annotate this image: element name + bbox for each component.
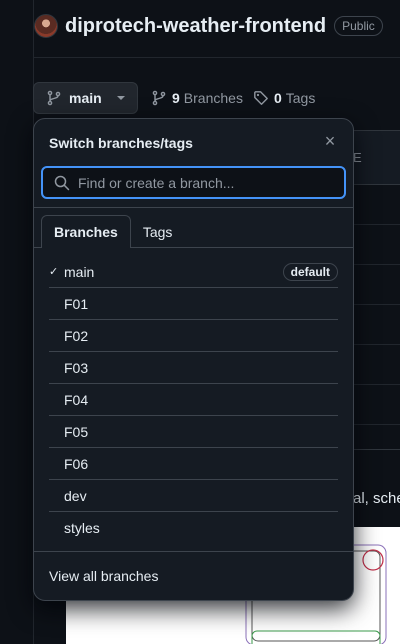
branch-name: F02: [64, 327, 89, 344]
branch-item-f06[interactable]: F06: [49, 448, 338, 480]
branch-item-styles[interactable]: styles: [49, 512, 338, 544]
left-gutter: [0, 0, 34, 644]
branch-item-f04[interactable]: F04: [49, 384, 338, 416]
branch-item-f05[interactable]: F05: [49, 416, 338, 448]
branches-count[interactable]: 9: [172, 90, 180, 106]
branch-name: F04: [64, 391, 89, 408]
branch-list: ✓ main default F01 F02 F03 F04 F05 F06 d…: [49, 256, 338, 544]
branch-search-field[interactable]: [41, 166, 346, 199]
branch-name: F01: [64, 295, 89, 312]
branch-name: F06: [64, 455, 89, 472]
close-icon[interactable]: ×: [321, 132, 339, 150]
file-table-header-fragment: E: [353, 150, 362, 165]
header-divider: [34, 57, 400, 58]
readme-text-fragment: al, sche: [353, 490, 400, 507]
tab-branches[interactable]: Branches: [41, 215, 131, 248]
branch-item-dev[interactable]: dev: [49, 480, 338, 512]
branch-item-f01[interactable]: F01: [49, 288, 338, 320]
check-icon: ✓: [49, 266, 59, 278]
git-branch-icon: [152, 90, 166, 106]
repo-name[interactable]: diprotech-weather-frontend: [65, 15, 326, 38]
tags-link[interactable]: Tags: [286, 90, 316, 106]
search-icon: [54, 175, 70, 191]
branch-name: styles: [64, 520, 100, 536]
branches-link[interactable]: Branches: [184, 90, 243, 106]
branch-item-f02[interactable]: F02: [49, 320, 338, 352]
tag-icon: [254, 91, 268, 105]
branch-tag-counts: 9 Branches 0 Tags: [151, 82, 315, 114]
owner-avatar[interactable]: [34, 14, 58, 38]
branch-name: dev: [64, 487, 87, 504]
visibility-badge: Public: [334, 16, 383, 36]
branch-item-main[interactable]: ✓ main default: [49, 256, 338, 288]
view-all-branches-link[interactable]: View all branches: [49, 568, 158, 584]
branch-name: main: [64, 263, 95, 280]
divider: [34, 207, 353, 208]
branch-tag-tabs: Branches Tags: [41, 215, 184, 248]
divider: [34, 551, 353, 552]
branch-switcher-dropdown: Switch branches/tags × Branches Tags ✓ m…: [33, 118, 354, 601]
chevron-down-icon: [116, 96, 125, 100]
repo-header: diprotech-weather-frontend Public: [34, 8, 400, 44]
branch-item-f03[interactable]: F03: [49, 352, 338, 384]
branch-selector-button[interactable]: main: [33, 82, 138, 114]
branch-name: F03: [64, 359, 89, 376]
git-branch-icon: [47, 90, 61, 106]
tags-count[interactable]: 0: [274, 90, 282, 106]
default-badge: default: [282, 263, 338, 281]
current-branch-label: main: [69, 90, 102, 106]
tab-tags[interactable]: Tags: [131, 215, 185, 248]
branch-name: F05: [64, 423, 89, 440]
branch-search-input[interactable]: [78, 174, 333, 192]
dropdown-title: Switch branches/tags: [49, 135, 193, 151]
